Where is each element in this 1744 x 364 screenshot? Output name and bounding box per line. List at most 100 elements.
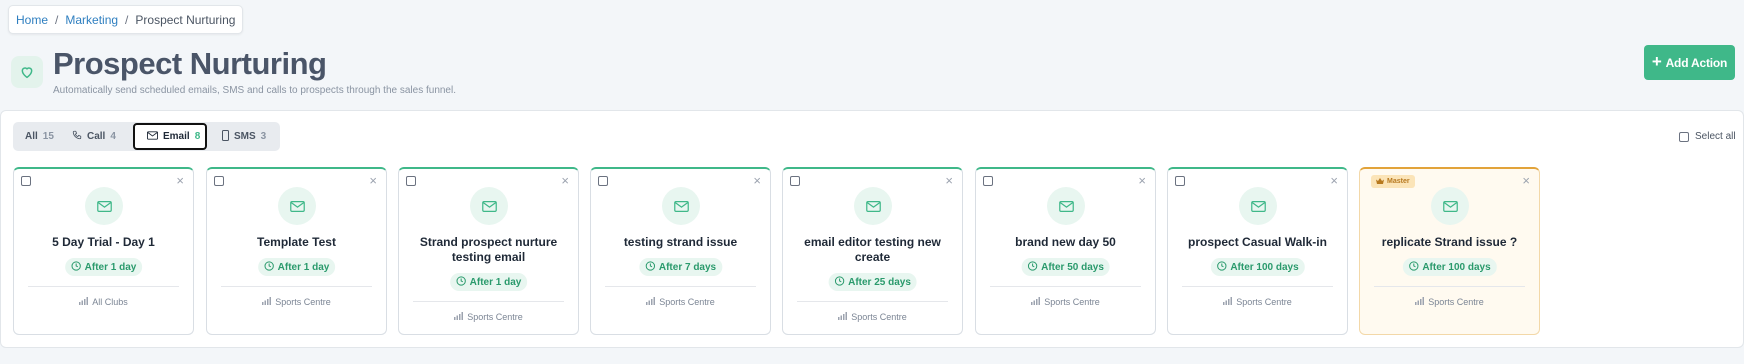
mail-icon — [85, 187, 123, 225]
card-checkbox[interactable] — [214, 176, 224, 186]
action-card[interactable]: × testing strand issue After 7 days Spor… — [590, 167, 771, 335]
delay-label: After 7 days — [658, 261, 717, 273]
action-card[interactable]: × prospect Casual Walk-in After 100 days… — [1167, 167, 1348, 335]
mail-icon — [1239, 187, 1277, 225]
close-icon[interactable]: × — [1138, 174, 1146, 187]
close-icon[interactable]: × — [945, 174, 953, 187]
club-label: Sports Centre — [1428, 297, 1484, 307]
delay-badge: After 50 days — [1021, 258, 1110, 276]
close-icon[interactable]: × — [1522, 174, 1530, 187]
card-title: prospect Casual Walk-in — [1188, 235, 1327, 249]
delay-badge: After 100 days — [1402, 258, 1497, 276]
card-checkbox[interactable] — [1175, 176, 1185, 186]
mail-icon — [470, 187, 508, 225]
delay-badge: After 7 days — [638, 258, 723, 276]
delay-label: After 1 day — [84, 261, 137, 273]
action-card[interactable]: × 5 Day Trial - Day 1 After 1 day All Cl… — [13, 167, 194, 335]
close-icon[interactable]: × — [176, 174, 184, 187]
master-badge: Master — [1371, 175, 1415, 188]
signal-icon — [262, 297, 272, 307]
mail-icon — [1431, 187, 1469, 225]
card-title: Template Test — [257, 235, 336, 249]
delay-badge: After 100 days — [1210, 258, 1305, 276]
page-subtitle: Automatically send scheduled emails, SMS… — [53, 85, 456, 96]
club-label: Sports Centre — [275, 297, 331, 307]
club-label: Sports Centre — [659, 297, 715, 307]
delay-label: After 100 days — [1422, 261, 1491, 273]
card-title: Strand prospect nurture testing email — [419, 235, 558, 264]
delay-label: After 50 days — [1041, 261, 1104, 273]
tab-count: 15 — [42, 131, 54, 142]
phone-icon — [72, 130, 82, 143]
tab-count: 4 — [110, 131, 116, 142]
action-card[interactable]: × Template Test After 1 day Sports Centr… — [206, 167, 387, 335]
delay-label: After 1 day — [469, 276, 522, 288]
close-icon[interactable]: × — [1330, 174, 1338, 187]
tab-sms[interactable]: SMS 3 — [222, 124, 272, 149]
action-card[interactable]: × brand new day 50 After 50 days Sports … — [975, 167, 1156, 335]
action-card[interactable]: × email editor testing new create After … — [782, 167, 963, 335]
crown-icon — [1376, 177, 1384, 186]
signal-icon — [1223, 297, 1233, 307]
close-icon[interactable]: × — [753, 174, 761, 187]
card-divider — [1374, 286, 1525, 287]
card-title: email editor testing new create — [804, 235, 941, 264]
delay-badge: After 1 day — [257, 258, 336, 276]
card-title: brand new day 50 — [1015, 235, 1116, 249]
page-title: Prospect Nurturing — [53, 46, 327, 81]
signal-icon — [646, 297, 656, 307]
mail-icon — [1047, 187, 1085, 225]
tab-all[interactable]: All 15 — [24, 124, 64, 149]
card-club: Sports Centre — [591, 297, 770, 307]
master-badge-label: Master — [1387, 178, 1410, 185]
card-checkbox[interactable] — [983, 176, 993, 186]
card-divider — [990, 286, 1141, 287]
club-label: Sports Centre — [851, 312, 907, 322]
heart-icon — [11, 56, 43, 88]
tab-email[interactable]: Email 8 — [133, 123, 207, 150]
close-icon[interactable]: × — [561, 174, 569, 187]
clock-icon — [1408, 260, 1418, 274]
clock-icon — [455, 275, 466, 289]
add-action-button[interactable]: + Add Action — [1644, 45, 1735, 80]
card-checkbox[interactable] — [406, 176, 416, 186]
card-checkbox[interactable] — [598, 176, 608, 186]
select-all-label: Select all — [1695, 131, 1736, 142]
action-card[interactable]: Master × replicate Strand issue ? After … — [1359, 167, 1540, 335]
select-all-checkbox[interactable] — [1679, 131, 1689, 142]
card-divider — [28, 286, 179, 287]
breadcrumb-marketing-link[interactable]: Marketing — [65, 13, 118, 27]
card-divider — [221, 286, 372, 287]
delay-label: After 1 day — [277, 261, 330, 273]
signal-icon — [79, 297, 89, 307]
tab-count: 8 — [194, 131, 201, 142]
clock-icon — [1027, 260, 1037, 274]
card-checkbox[interactable] — [21, 176, 31, 186]
card-divider — [797, 301, 948, 302]
mail-icon — [278, 187, 316, 225]
tab-label: All — [25, 131, 38, 142]
card-club: Sports Centre — [976, 297, 1155, 307]
card-title: testing strand issue — [623, 235, 738, 249]
card-club: Sports Centre — [399, 312, 578, 322]
action-card[interactable]: × Strand prospect nurture testing email … — [398, 167, 579, 335]
close-icon[interactable]: × — [369, 174, 377, 187]
club-label: All Clubs — [92, 297, 128, 307]
clock-icon — [1216, 260, 1226, 274]
tab-count: 3 — [260, 131, 267, 142]
club-label: Sports Centre — [1236, 297, 1292, 307]
clock-icon — [70, 260, 81, 274]
breadcrumb-home-link[interactable]: Home — [16, 13, 48, 27]
select-all[interactable]: Select all — [1679, 131, 1736, 142]
club-label: Sports Centre — [1044, 297, 1100, 307]
card-club: Sports Centre — [1360, 297, 1539, 307]
breadcrumb-separator: / — [55, 12, 59, 27]
signal-icon — [1415, 297, 1425, 307]
delay-label: After 25 days — [848, 276, 911, 288]
tab-call[interactable]: Call 4 — [72, 124, 122, 149]
card-checkbox[interactable] — [790, 176, 800, 186]
signal-icon — [454, 312, 464, 322]
clock-icon — [263, 260, 274, 274]
breadcrumb-separator: / — [125, 12, 129, 27]
card-divider — [413, 301, 564, 302]
